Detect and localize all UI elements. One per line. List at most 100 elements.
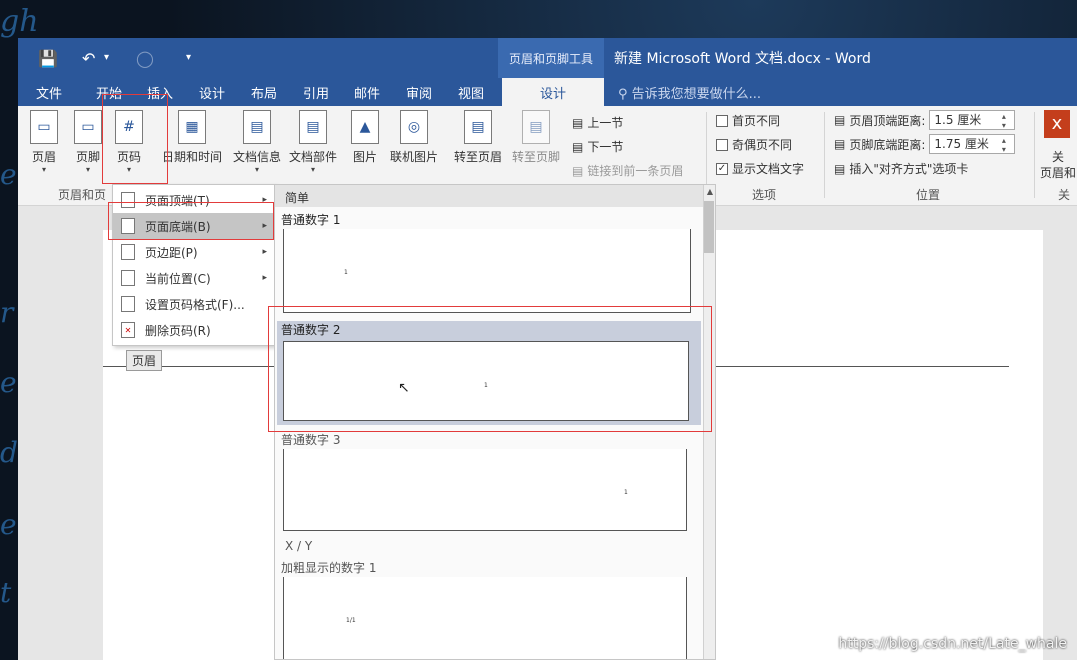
current-position-icon (121, 270, 135, 286)
gallery-section-simple: 简单 (275, 185, 705, 207)
tab-review[interactable]: 审阅 (406, 83, 432, 102)
prev-section-button[interactable]: ▤ 上一节 (572, 114, 623, 131)
picture-icon: ▲ (351, 110, 379, 144)
header-button[interactable]: ▭ 页眉 ▾ (30, 110, 58, 174)
tab-design[interactable]: 设计 (199, 83, 225, 102)
menu-item-current-position[interactable]: 当前位置(C) ▸ (113, 265, 275, 291)
format-page-numbers-icon (121, 296, 135, 312)
header-top-distance: ▤ 页眉顶端距离: 1.5 厘米 (834, 110, 1016, 130)
undo-icon[interactable]: ↶ (82, 49, 95, 68)
chevron-right-icon: ▸ (262, 273, 267, 283)
picture-button[interactable]: ▲ 图片 (351, 110, 379, 165)
tell-me-search[interactable]: ⚲ 告诉我您想要做什么... (618, 83, 761, 102)
date-time-label: 日期和时间 (162, 150, 223, 164)
page-number-icon: # (115, 110, 143, 144)
menu-item-format-page-numbers[interactable]: 设置页码格式(F)... (113, 291, 275, 317)
show-document-text-label: 显示文档文字 (732, 162, 805, 176)
menu-item-label: 设置页码格式(F)... (145, 297, 245, 312)
insert-alignment-tab-button[interactable]: ▤ 插入"对齐方式"选项卡 (834, 160, 968, 177)
background-handwriting: d (0, 436, 18, 469)
next-section-button[interactable]: ▤ 下一节 (572, 138, 623, 155)
different-first-page-option[interactable]: 首页不同 (716, 112, 780, 129)
gallery-sample-number: 1 (484, 382, 488, 389)
header-top-spinner[interactable]: 1.5 厘米 (929, 110, 1016, 130)
word-window: 💾 ↶ ▾ ◯ ▾ 页眉和页脚工具 新建 Microsoft Word 文档.d… (18, 38, 1077, 660)
link-icon: ▤ (572, 163, 584, 178)
menu-item-remove-page-numbers[interactable]: ✕ 删除页码(R) (113, 317, 275, 343)
close-sub-label: 页眉和 (1040, 166, 1077, 180)
group-label-position: 位置 (916, 188, 941, 202)
online-picture-button[interactable]: ◎ 联机图片 (390, 110, 438, 165)
different-odd-even-checkbox[interactable] (716, 138, 728, 151)
prev-section-label: 上一节 (587, 116, 624, 130)
gallery-sample-number: 1 (624, 489, 628, 496)
doc-info-icon: ▤ (243, 110, 271, 144)
page-number-button-label: 页码 (116, 150, 141, 164)
scroll-thumb[interactable] (704, 201, 714, 253)
tab-view[interactable]: 视图 (458, 83, 484, 102)
doc-info-button[interactable]: ▤ 文档信息 ▾ (233, 110, 281, 174)
footer-icon: ▭ (74, 110, 102, 144)
goto-header-label: 转至页眉 (454, 150, 503, 164)
document-title: 新建 Microsoft Word 文档.docx - Word (614, 51, 871, 67)
gallery-sample-number: 1/1 (346, 617, 356, 624)
gallery-section-xy: X / Y (285, 539, 313, 553)
close-header-footer-icon[interactable]: x (1044, 110, 1070, 138)
background-handwriting: r (0, 296, 14, 329)
gallery-item-bold-number-1[interactable]: 1/1 (283, 577, 687, 659)
top-of-page-icon (121, 192, 135, 208)
chevron-right-icon: ▸ (262, 221, 267, 231)
menu-item-top-of-page[interactable]: 页面顶端(T) ▸ (113, 187, 275, 213)
menu-item-label: 页面顶端(T) (145, 193, 210, 208)
prev-section-icon: ▤ (572, 115, 584, 130)
show-document-text-option[interactable]: ✓ 显示文档文字 (716, 160, 804, 177)
footer-button-label: 页脚 (75, 150, 100, 164)
background-handwriting: e (0, 508, 17, 541)
footer-button[interactable]: ▭ 页脚 ▾ (74, 110, 102, 174)
group-label-options: 选项 (752, 188, 777, 202)
menu-item-label: 当前位置(C) (145, 271, 211, 286)
different-first-page-checkbox[interactable] (716, 114, 728, 127)
gallery-item-plain-number-2[interactable]: 1 (283, 341, 689, 421)
customize-qat-icon[interactable]: ▾ (186, 52, 191, 63)
chevron-down-icon: ▾ (255, 165, 260, 174)
group-label-close: 关 (1058, 188, 1071, 202)
header-top-label: 页眉顶端距离: (849, 113, 926, 128)
footer-bottom-spinner[interactable]: 1.75 厘米 (929, 134, 1016, 154)
undo-dropdown-icon[interactable]: ▾ (104, 52, 109, 63)
scroll-up-icon[interactable]: ▲ (707, 187, 713, 196)
menu-item-page-margins[interactable]: 页边距(P) ▸ (113, 239, 275, 265)
next-section-icon: ▤ (572, 139, 584, 154)
show-document-text-checkbox[interactable]: ✓ (716, 162, 728, 175)
tab-mailings[interactable]: 邮件 (354, 83, 380, 102)
doc-parts-button[interactable]: ▤ 文档部件 ▾ (289, 110, 337, 174)
tab-references[interactable]: 引用 (303, 83, 329, 102)
calendar-icon: ▦ (178, 110, 206, 144)
watermark: https://blog.csdn.net/Late_whale (838, 636, 1067, 652)
bottom-of-page-icon (121, 218, 135, 234)
save-icon[interactable]: 💾 (38, 49, 58, 68)
page-number-menu: 页面顶端(T) ▸ 页面底端(B) ▸ 页边距(P) ▸ 当前位置(C) ▸ 设… (112, 184, 276, 346)
gallery-scrollbar[interactable]: ▲ (703, 185, 715, 659)
chevron-down-icon: ▾ (85, 165, 90, 174)
gallery-item-plain-number-3[interactable]: 1 (283, 449, 687, 531)
different-odd-even-option[interactable]: 奇偶页不同 (716, 136, 792, 153)
gallery-item-label: 普通数字 1 (281, 213, 341, 227)
page-number-button[interactable]: # 页码 ▾ (115, 110, 143, 174)
alignment-tab-icon: ▤ (834, 161, 846, 176)
header-footer-tools-label: 页眉和页脚工具 (498, 38, 604, 78)
tab-home[interactable]: 开始 (96, 83, 122, 102)
tab-layout[interactable]: 布局 (251, 83, 277, 102)
goto-header-button[interactable]: ▤ 转至页眉 (454, 110, 502, 165)
tab-insert[interactable]: 插入 (147, 83, 173, 102)
tab-header-footer-design[interactable]: 设计 (502, 78, 604, 106)
goto-footer-label: 转至页脚 (512, 150, 561, 164)
background-handwriting: e (0, 158, 17, 191)
chevron-right-icon: ▸ (262, 195, 267, 205)
ribbon-divider (824, 112, 825, 198)
tab-file[interactable]: 文件 (36, 83, 62, 102)
header-icon: ▭ (30, 110, 58, 144)
date-time-button[interactable]: ▦ 日期和时间 (162, 110, 222, 165)
gallery-item-plain-number-1[interactable]: 1 (283, 229, 691, 313)
menu-item-bottom-of-page[interactable]: 页面底端(B) ▸ (113, 213, 275, 239)
